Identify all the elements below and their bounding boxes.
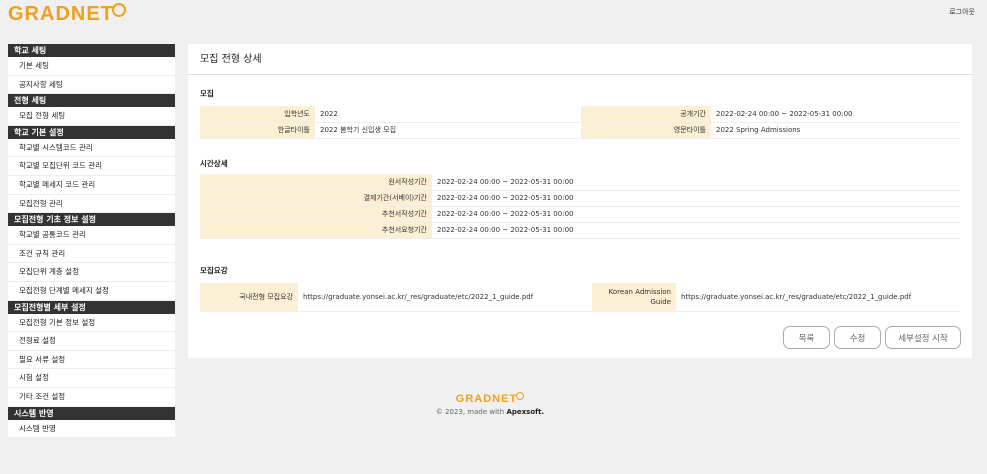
public-period-value: 2022-02-24 00:00 ~ 2022-05-31 00:00 <box>711 106 960 123</box>
sidebar-group-admission-setting: 전형 세팅 <box>8 94 175 108</box>
copyright: © 2023, made with Apexsoft. <box>430 408 550 416</box>
section-title-time: 시간상세 <box>200 159 228 168</box>
sidebar-item-recruit-manage[interactable]: 모집전형 관리 <box>8 194 175 214</box>
public-period-label: 공개기간 <box>581 106 711 123</box>
kor-title-value: 2022 봄학기 신입생 모집 <box>315 122 581 139</box>
footer-logo-mark-icon <box>516 392 525 400</box>
copyright-brand: Apexsoft. <box>506 408 545 416</box>
eng-title-label: 영문타이틀 <box>581 122 711 139</box>
footer: GRADNET © 2023, made with Apexsoft. <box>430 392 550 416</box>
eng-guide-link[interactable]: https://graduate.yonsei.ac.kr/_res/gradu… <box>676 283 960 312</box>
guide-table: 국내전형 모집요강 https://graduate.yonsei.ac.kr/… <box>200 283 960 312</box>
table-row: 입학년도 2022 공개기간 2022-02-24 00:00 ~ 2022-0… <box>200 106 960 123</box>
sidebar-item-condition-rule[interactable]: 조건 규칙 관리 <box>8 244 175 264</box>
sidebar-item-notice-setting[interactable]: 공지사항 세팅 <box>8 75 175 95</box>
eng-title-value: 2022 Spring Admissions <box>711 122 960 139</box>
section-title-guide: 모집요강 <box>200 266 228 275</box>
footer-logo: GRADNET <box>430 392 550 405</box>
table-row: 한글타이틀 2022 봄학기 신입생 모집 영문타이틀 2022 Spring … <box>200 122 960 139</box>
logo-text: GRADNET <box>8 3 114 25</box>
recommend-write-label: 추천서작성기간 <box>200 206 432 223</box>
sidebar-item-basic-setting[interactable]: 기본 세팅 <box>8 57 175 76</box>
time-table: 원서작성기간 2022-02-24 00:00 ~ 2022-05-31 00:… <box>200 174 960 239</box>
sidebar-group-school-basic: 학교 기본 설정 <box>8 125 175 139</box>
table-row: 추천서요청기간 2022-02-24 00:00 ~ 2022-05-31 00… <box>200 222 960 239</box>
sidebar-item-recruit-basic-info[interactable]: 모집전형 기본 정보 설정 <box>8 313 175 333</box>
list-button[interactable]: 목록 <box>783 326 830 349</box>
payment-period-label: 결제기간(서베이)기간 <box>200 190 432 207</box>
sidebar-item-message-code[interactable]: 학교별 메세지 코드 관리 <box>8 175 175 195</box>
sidebar-group-recruit-detail: 모집전형별 세부 설정 <box>8 300 175 314</box>
sidebar-item-recruit-setting[interactable]: 모집 전형 세팅 <box>8 107 175 126</box>
sidebar: 학교 세팅 기본 세팅 공지사항 세팅 전형 세팅 모집 전형 세팅 학교 기본… <box>8 44 175 439</box>
logo-mark-icon <box>111 3 126 17</box>
recommend-request-value: 2022-02-24 00:00 ~ 2022-05-31 00:00 <box>432 222 960 239</box>
footer-logo-text: GRADNET <box>455 393 518 405</box>
sidebar-item-exam-setting[interactable]: 시험 설정 <box>8 369 175 388</box>
gradnet-logo[interactable]: GRADNET <box>8 3 126 25</box>
table-row: 결제기간(서베이)기간 2022-02-24 00:00 ~ 2022-05-3… <box>200 190 960 207</box>
kor-title-label: 한글타이틀 <box>200 122 315 139</box>
copyright-prefix: © 2023, made with <box>435 408 507 416</box>
payment-period-value: 2022-02-24 00:00 ~ 2022-05-31 00:00 <box>432 190 960 207</box>
recommend-request-label: 추천서요청기간 <box>200 222 432 239</box>
table-row: 추천서작성기간 2022-02-24 00:00 ~ 2022-05-31 00… <box>200 206 960 223</box>
section-title-recruit: 모집 <box>200 89 214 98</box>
sidebar-group-school-setting: 학교 세팅 <box>8 44 175 57</box>
sidebar-item-unit-code[interactable]: 학교별 모집단위 코드 관리 <box>8 157 175 176</box>
table-row: 원서작성기간 2022-02-24 00:00 ~ 2022-05-31 00:… <box>200 174 960 191</box>
sidebar-item-other-condition[interactable]: 기타 조건 설정 <box>8 387 175 407</box>
eng-guide-label: Korean Admission Guide <box>592 283 676 312</box>
main-panel: 모집 전형 상세 모집 입학년도 2022 공개기간 2022-02-24 00… <box>188 44 972 358</box>
action-buttons: 목록 수정 세부설정 시작 <box>783 326 961 349</box>
kor-guide-label: 국내전형 모집요강 <box>200 283 298 312</box>
edit-button[interactable]: 수정 <box>834 326 881 349</box>
detail-setting-button[interactable]: 세부설정 시작 <box>885 326 961 349</box>
sidebar-item-system-code[interactable]: 학교별 시스템코드 관리 <box>8 138 175 158</box>
recommend-write-value: 2022-02-24 00:00 ~ 2022-05-31 00:00 <box>432 206 960 223</box>
page-title: 모집 전형 상세 <box>188 44 972 75</box>
apply-period-label: 원서작성기간 <box>200 174 432 191</box>
sidebar-item-system-apply[interactable]: 시스템 반영 <box>8 419 175 439</box>
sidebar-item-unit-hierarchy[interactable]: 모집단위 계층 설정 <box>8 263 175 282</box>
sidebar-group-recruit-basic-info: 모집전형 기초 정보 설정 <box>8 213 175 227</box>
table-row: 국내전형 모집요강 https://graduate.yonsei.ac.kr/… <box>200 283 960 312</box>
sidebar-item-fee-setting[interactable]: 전형료 설정 <box>8 332 175 351</box>
sidebar-item-stage-message[interactable]: 모집전형 단계별 메세지 설정 <box>8 281 175 301</box>
sidebar-item-common-code[interactable]: 학교별 공통코드 관리 <box>8 226 175 245</box>
top-bar: GRADNET 로그아웃 <box>0 0 987 30</box>
year-label: 입학년도 <box>200 106 315 123</box>
recruit-table: 입학년도 2022 공개기간 2022-02-24 00:00 ~ 2022-0… <box>200 106 960 139</box>
kor-guide-link[interactable]: https://graduate.yonsei.ac.kr/_res/gradu… <box>298 283 592 312</box>
sidebar-group-system-apply: 시스템 반영 <box>8 406 175 420</box>
logout-link[interactable]: 로그아웃 <box>949 7 975 17</box>
apply-period-value: 2022-02-24 00:00 ~ 2022-05-31 00:00 <box>432 174 960 191</box>
sidebar-item-document-setting[interactable]: 필요 서류 설정 <box>8 350 175 370</box>
year-value: 2022 <box>315 106 581 123</box>
